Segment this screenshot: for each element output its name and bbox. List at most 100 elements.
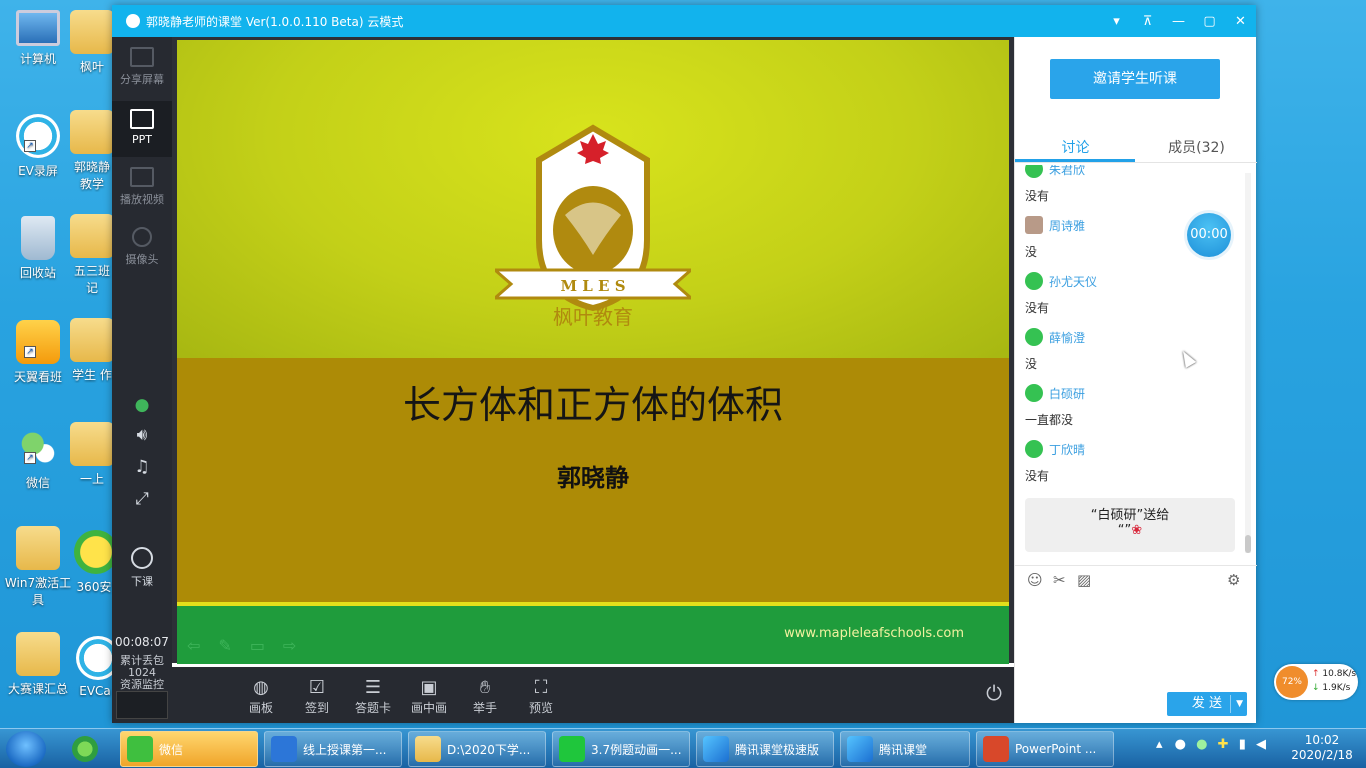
- emoji-icon[interactable]: ☺: [1027, 571, 1043, 589]
- desktop-icon-ev-recorder[interactable]: ↗ EV录屏: [6, 114, 70, 179]
- power-icon[interactable]: ⏻: [982, 681, 1006, 705]
- chat-sender[interactable]: 朱君欣: [1049, 165, 1085, 178]
- gift-sub: “”: [1117, 523, 1132, 538]
- play-video-button[interactable]: 播放视频: [112, 167, 172, 213]
- desktop-icon-folder[interactable]: 一上: [70, 422, 114, 487]
- chat-text: 没有: [1025, 469, 1050, 483]
- desktop-icon-label: 天翼看班: [13, 370, 62, 384]
- slide-nav-tools[interactable]: ⇦✎▭⇨: [187, 636, 314, 655]
- folder-icon: [415, 736, 441, 762]
- checkin-button[interactable]: ☑ 签到: [292, 677, 342, 716]
- timer-bubble[interactable]: 00:00: [1187, 213, 1231, 257]
- network-widget[interactable]: 72% ↑ 10.8K/s ↓ 1.9K/s: [1274, 664, 1358, 700]
- send-dropdown-icon[interactable]: ▼: [1236, 692, 1243, 716]
- wechat-avatar-icon: [1025, 272, 1043, 290]
- chat-message: 孙尤天仪 没有: [1025, 271, 1245, 316]
- tray-expand-icon[interactable]: ▴: [1156, 737, 1163, 752]
- raise-hand-button[interactable]: ✋︎ 举手: [460, 677, 510, 716]
- desktop-icon-folder[interactable]: 五三班 记: [70, 214, 114, 296]
- chat-sender[interactable]: 孙尤天仪: [1049, 273, 1097, 290]
- taskbar-item-tencent[interactable]: 腾讯课堂: [840, 731, 970, 767]
- ppt-slide[interactable]: M L E S 枫叶教育 长方体和正方体的体积 郭晓静 ⇦✎▭⇨ www.map…: [177, 40, 1009, 664]
- palette-button[interactable]: ◍ 画板: [236, 677, 286, 716]
- chat-sender[interactable]: 周诗雅: [1049, 217, 1085, 234]
- resource-monitor-link[interactable]: 资源监控: [112, 679, 172, 691]
- image-icon[interactable]: ▨: [1077, 571, 1091, 589]
- desktop-icon-tianyi[interactable]: ↗ 天翼看班: [6, 320, 70, 385]
- desktop-icon-folder[interactable]: 学生 作: [70, 318, 114, 383]
- chat-sender[interactable]: 薛愉澄: [1049, 329, 1085, 346]
- wechat-avatar-icon: [1025, 165, 1043, 178]
- desktop-icon-folder[interactable]: 枫叶: [70, 10, 114, 75]
- volume-tray-icon[interactable]: ◀: [1256, 737, 1266, 752]
- desktop-icon-label: 回收站: [19, 266, 56, 280]
- taskbar-item-animation[interactable]: 3.7例题动画一...: [552, 731, 690, 767]
- desktop-icon-label: 枫叶: [79, 60, 104, 74]
- qq-icon[interactable]: ●: [1175, 737, 1186, 752]
- preview-button[interactable]: ⛶ 预览: [516, 677, 566, 716]
- checkin-icon: ☑: [308, 677, 326, 698]
- taskbar-item-wechat[interactable]: 微信: [120, 731, 258, 767]
- maximize-button[interactable]: ▢: [1194, 14, 1225, 29]
- hand-icon: ✋︎: [479, 677, 491, 698]
- settings-icon[interactable]: ⚙: [1227, 571, 1240, 589]
- speaker-icon[interactable]: 🔊︎: [112, 425, 172, 445]
- scroll-thumb[interactable]: [1245, 535, 1251, 553]
- window-titlebar[interactable]: 郭晓静老师的课堂 Ver(1.0.0.110 Beta) 云模式 ▾ ⊼ — ▢…: [112, 5, 1256, 37]
- share-screen-button[interactable]: 分享屏幕: [112, 47, 172, 93]
- taskbar-item-tencent-fast[interactable]: 腾讯课堂极速版: [696, 731, 834, 767]
- ev-capture-icon: [76, 636, 114, 680]
- camera-button[interactable]: 摄像头: [112, 227, 172, 273]
- pip-button[interactable]: ▣ 画中画: [404, 677, 454, 716]
- taskbar-pinned-360[interactable]: [66, 731, 110, 767]
- folder-icon: [16, 632, 60, 676]
- ppt-button[interactable]: PPT: [112, 101, 172, 157]
- desktop-icon-folder[interactable]: 郭晓静教学: [70, 110, 114, 192]
- invite-students-button[interactable]: 邀请学生听课: [1050, 59, 1220, 99]
- clock[interactable]: 10:02 2020/2/18: [1290, 733, 1354, 763]
- brand-text: 枫叶教育: [553, 305, 633, 329]
- taskbar-item-label: D:\2020下学...: [447, 742, 531, 757]
- taskbar-item-explorer[interactable]: D:\2020下学...: [408, 731, 546, 767]
- wechat-icon: ↗: [16, 426, 60, 470]
- minimize-button[interactable]: —: [1163, 14, 1194, 29]
- network-tray-icon[interactable]: ▮: [1239, 737, 1246, 752]
- wechat-tray-icon[interactable]: ●: [1196, 737, 1207, 752]
- chat-message: 朱君欣 没有: [1025, 165, 1245, 204]
- end-class-button[interactable]: 下课: [112, 547, 172, 593]
- chat-sender[interactable]: 白硕研: [1049, 385, 1085, 402]
- camera-icon: [132, 227, 152, 247]
- fullscreen-icon[interactable]: ⤢: [112, 489, 172, 509]
- scissors-icon[interactable]: ✂: [1053, 571, 1066, 589]
- answer-card-button[interactable]: ☰ 答题卡: [348, 677, 398, 716]
- desktop-icon-win7-activator[interactable]: Win7激活工具: [4, 526, 72, 608]
- desktop-icon-wechat[interactable]: ↗ 微信: [6, 426, 70, 491]
- dropdown-button[interactable]: ▾: [1101, 14, 1132, 29]
- chat-text: 没: [1025, 357, 1038, 371]
- clock-time: 10:02: [1304, 733, 1340, 747]
- microphone-icon[interactable]: ●: [112, 395, 172, 415]
- tab-members[interactable]: 成员(32): [1136, 137, 1257, 157]
- desktop-icon-evcapture[interactable]: EVCa: [76, 636, 114, 698]
- taskbar-item-powerpoint[interactable]: PowerPoint ...: [976, 731, 1114, 767]
- start-button[interactable]: [6, 731, 46, 767]
- 360-safe-icon: [74, 530, 114, 574]
- folder-icon: [16, 526, 60, 570]
- chat-sender[interactable]: 丁欣晴: [1049, 441, 1085, 458]
- ppt-icon: [130, 109, 154, 129]
- close-button[interactable]: ✕: [1225, 14, 1256, 29]
- send-button[interactable]: 发 送 ▼: [1167, 692, 1247, 716]
- desktop-icon-360[interactable]: 360安: [74, 530, 114, 595]
- chat-scrollbar[interactable]: [1245, 173, 1251, 553]
- taskbar-item-word[interactable]: 线上授课第一...: [264, 731, 402, 767]
- shortcut-arrow-icon: ↗: [24, 346, 36, 358]
- music-icon[interactable]: ♫: [112, 457, 172, 477]
- desktop-icon-computer[interactable]: 计算机: [6, 10, 70, 67]
- pin-button[interactable]: ⊼: [1132, 14, 1163, 29]
- packet-loss-info: 累计丢包 1024 资源监控: [112, 655, 172, 691]
- 360-tray-icon[interactable]: ✚: [1218, 737, 1229, 752]
- desktop-icon-recycle-bin[interactable]: 回收站: [6, 216, 70, 281]
- desktop-icon-contest[interactable]: 大赛课汇总: [4, 632, 72, 697]
- share-screen-icon: [130, 47, 154, 67]
- tab-discussion[interactable]: 讨论: [1015, 137, 1136, 157]
